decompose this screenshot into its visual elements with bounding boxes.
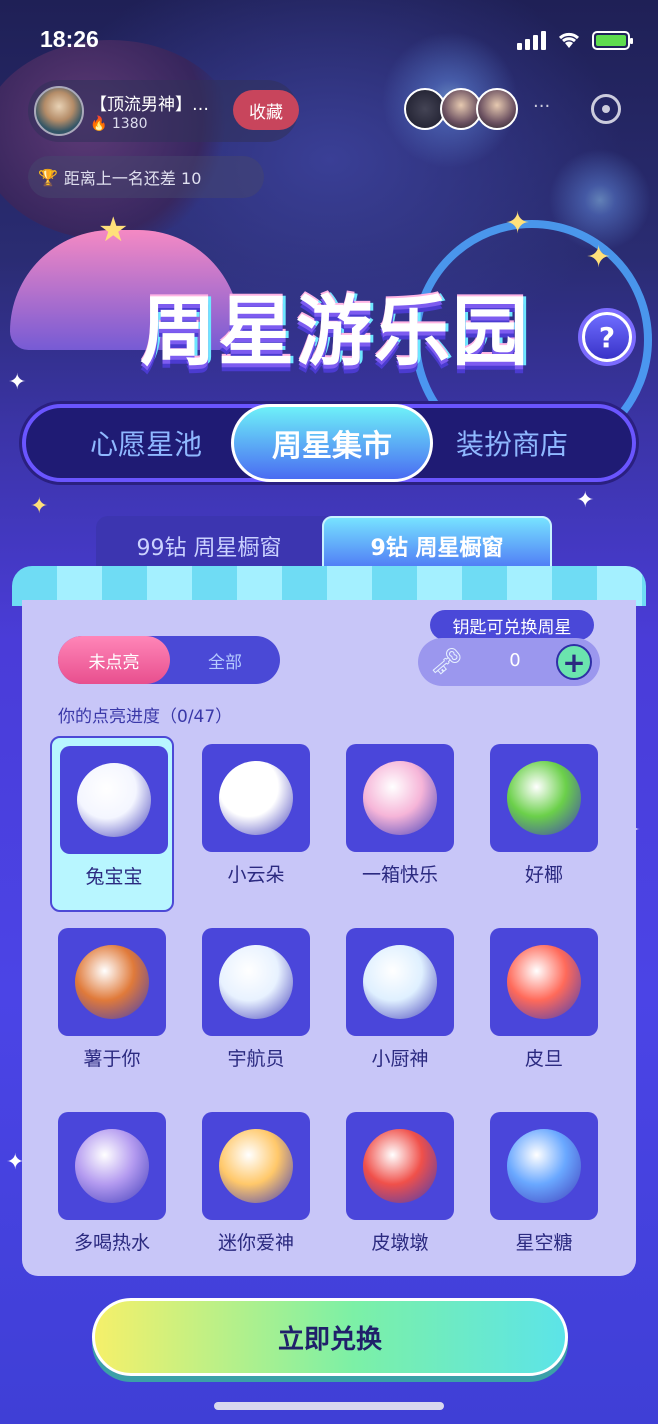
item-image — [202, 744, 310, 852]
rank-gap-bar: 🏆 距离上一名还差 10 — [28, 156, 264, 198]
trophy-icon: 🏆 — [38, 167, 58, 187]
list-item[interactable]: 兔宝宝 — [50, 736, 174, 912]
item-image — [58, 1112, 166, 1220]
star-icon: ✦ — [586, 240, 612, 275]
item-image — [490, 1112, 598, 1220]
key-count: 0 — [509, 650, 521, 671]
more-viewers-icon[interactable]: ··· — [533, 96, 550, 117]
item-name: 小厨神 — [371, 1048, 429, 1070]
list-item[interactable]: 薯于你 — [50, 920, 174, 1096]
item-image — [490, 744, 598, 852]
item-art — [363, 1129, 437, 1203]
item-image — [202, 1112, 310, 1220]
item-image — [58, 928, 166, 1036]
item-name: 宇航员 — [227, 1048, 285, 1070]
follow-button[interactable]: 收藏 — [233, 90, 299, 130]
item-name: 好椰 — [524, 864, 563, 886]
event-title: 周星游乐园 — [140, 287, 530, 376]
market-panel: 未点亮 全部 钥匙可兑换周星 🗝 0 + 你的点亮进度（0/47） 兔宝宝 小云朵… — [22, 600, 636, 1276]
item-image — [60, 746, 168, 854]
list-item[interactable]: 一箱快乐 — [338, 736, 462, 912]
filter-all-button[interactable]: 全部 — [170, 636, 280, 684]
item-art — [75, 945, 149, 1019]
item-name: 皮墩墩 — [371, 1232, 429, 1254]
item-name: 皮旦 — [524, 1048, 563, 1070]
key-tooltip: 钥匙可兑换周星 — [430, 610, 594, 640]
star-icon: ✦ — [30, 494, 49, 519]
list-item[interactable]: 小云朵 — [194, 736, 318, 912]
list-item[interactable]: 皮墩墩 — [338, 1104, 462, 1276]
item-name: 迷你爱神 — [217, 1232, 294, 1254]
tab-wish-pool[interactable]: 心愿星池 — [46, 408, 246, 478]
status-time: 18:26 — [40, 26, 99, 52]
host-name: 【顶流男神】… — [90, 95, 209, 115]
unlock-progress: 你的点亮进度（0/47） — [58, 707, 233, 727]
item-name: 多喝热水 — [73, 1232, 150, 1254]
list-item[interactable]: 星空糖 — [482, 1104, 606, 1276]
item-name: 星空糖 — [515, 1232, 573, 1254]
item-art — [363, 761, 437, 835]
signal-icon — [517, 30, 546, 50]
item-image — [202, 928, 310, 1036]
item-image — [490, 928, 598, 1036]
item-art — [507, 1129, 581, 1203]
item-art — [507, 761, 581, 835]
host-heat: 🔥 1380 — [90, 116, 148, 132]
list-item[interactable]: 宇航员 — [194, 920, 318, 1096]
star-icon: ✦ — [8, 370, 27, 395]
item-name: 小云朵 — [227, 864, 285, 886]
item-image — [346, 744, 454, 852]
redeem-button[interactable]: 立即兑换 — [92, 1298, 568, 1376]
main-tabs: 心愿星池 周星集市 装扮商店 — [22, 404, 636, 482]
item-name: 一箱快乐 — [361, 864, 438, 886]
item-art — [219, 1129, 293, 1203]
item-name: 薯于你 — [83, 1048, 141, 1070]
item-name: 兔宝宝 — [85, 866, 143, 888]
status-bar: 18:26 — [0, 0, 658, 84]
item-art — [219, 945, 293, 1019]
home-indicator — [214, 1402, 444, 1410]
rank-gap-text: 距离上一名还差 10 — [63, 169, 202, 188]
item-art — [75, 1129, 149, 1203]
host-avatar[interactable] — [34, 86, 84, 136]
list-item[interactable]: 迷你爱神 — [194, 1104, 318, 1276]
list-item[interactable]: 好椰 — [482, 736, 606, 912]
avatar[interactable] — [476, 88, 518, 130]
key-counter: 🗝 0 + — [418, 638, 600, 686]
tab-dress-shop[interactable]: 装扮商店 — [412, 408, 612, 478]
host-heat-value: 1380 — [111, 116, 148, 132]
list-item[interactable]: 多喝热水 — [50, 1104, 174, 1276]
tab-weekly-market[interactable]: 周星集市 — [231, 404, 433, 482]
item-art — [507, 945, 581, 1019]
item-image — [346, 928, 454, 1036]
flame-icon: 🔥 — [90, 116, 108, 132]
item-image — [346, 1112, 454, 1220]
item-art — [363, 945, 437, 1019]
close-icon[interactable] — [591, 94, 621, 124]
item-art — [219, 761, 293, 835]
list-item[interactable]: 皮旦 — [482, 920, 606, 1096]
star-icon: ✦ — [576, 488, 595, 513]
help-button[interactable]: ? — [582, 312, 632, 362]
status-icons — [517, 30, 633, 50]
wifi-icon — [558, 32, 580, 48]
add-key-button[interactable]: + — [556, 644, 592, 680]
list-item[interactable]: 小厨神 — [338, 920, 462, 1096]
star-icon: ✦ — [505, 206, 531, 241]
battery-icon — [592, 30, 633, 50]
filter-unlit-button[interactable]: 未点亮 — [58, 636, 170, 684]
filter-toggle: 未点亮 全部 — [58, 636, 280, 684]
key-icon: 🗝 — [430, 647, 464, 677]
viewer-avatars[interactable] — [404, 88, 518, 130]
item-art — [77, 763, 151, 837]
star-icon: ★ — [98, 210, 129, 250]
